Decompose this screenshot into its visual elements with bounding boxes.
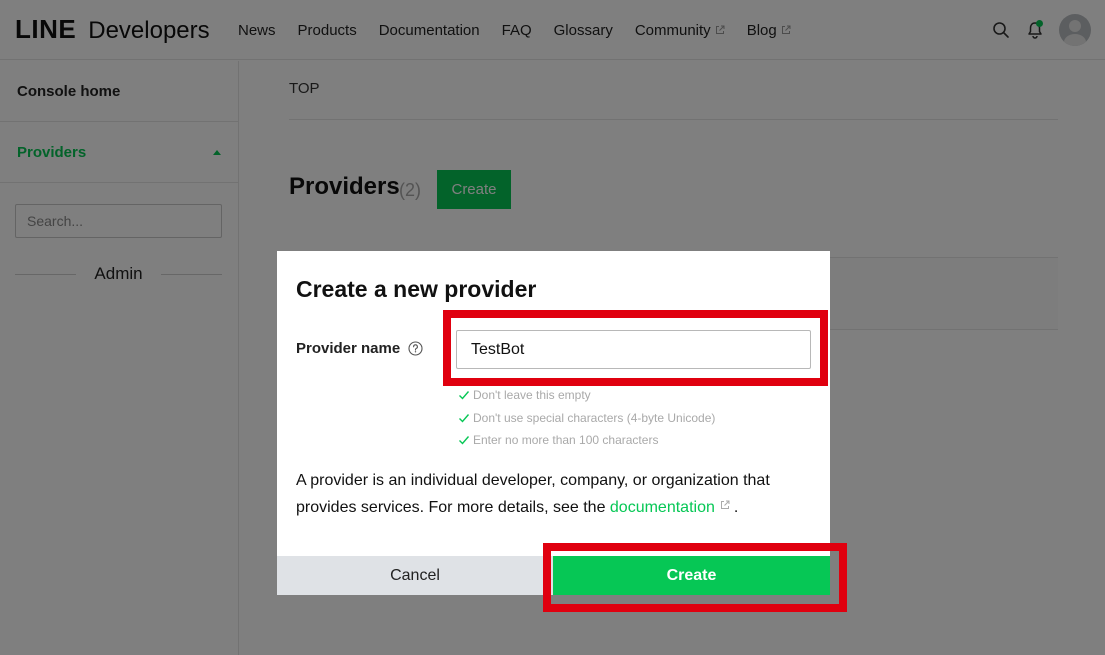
highlight-box-input — [443, 310, 828, 386]
validation-rule-text: Enter no more than 100 characters — [473, 433, 659, 448]
validation-rule-text: Don't leave this empty — [473, 388, 591, 403]
validation-rule: Don't leave this empty — [458, 384, 715, 407]
description-end: . — [733, 499, 739, 516]
provider-name-label: Provider name — [296, 340, 423, 357]
validation-rule-text: Don't use special characters (4-byte Uni… — [473, 410, 716, 425]
help-circle-icon[interactable] — [408, 341, 423, 356]
external-link-icon — [720, 500, 730, 509]
validation-rule: Don't use special characters (4-byte Uni… — [458, 407, 715, 430]
check-icon — [459, 436, 470, 445]
check-icon — [459, 413, 470, 423]
dialog-description: A provider is an individual developer, c… — [296, 467, 816, 521]
documentation-link[interactable]: documentation — [610, 499, 734, 516]
validation-rules: Don't leave this empty Don't use special… — [458, 384, 715, 452]
provider-name-label-text: Provider name — [296, 340, 401, 357]
validation-rule: Enter no more than 100 characters — [458, 429, 715, 452]
documentation-link-label: documentation — [609, 499, 715, 516]
cancel-button[interactable]: Cancel — [277, 556, 553, 595]
dialog-title: Create a new provider — [296, 276, 537, 302]
highlight-box-create — [543, 543, 847, 612]
check-icon — [459, 391, 470, 400]
